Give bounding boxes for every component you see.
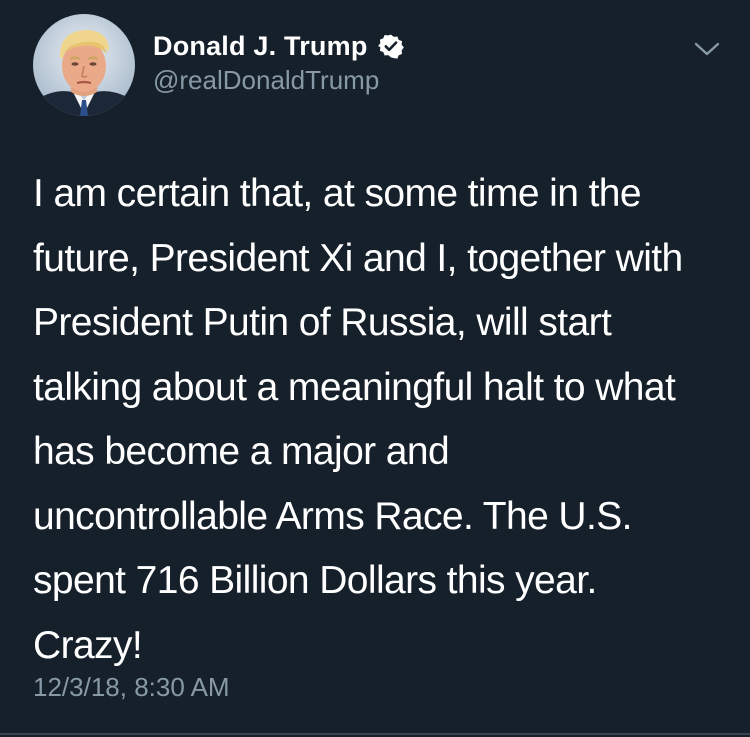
verified-badge-icon [377,33,404,59]
tweet-timestamp[interactable]: 12/3/18, 8:30 AM [33,672,230,703]
tweet-text: I am certain that, at some time in the f… [33,172,683,667]
chevron-down-icon[interactable] [692,36,722,60]
tweet-card: Donald J. Trump @realDonaldTrump I am ce… [0,0,750,737]
author-handle[interactable]: @realDonaldTrump [153,65,379,96]
avatar-photo-icon [33,14,135,116]
author-display-name[interactable]: Donald J. Trump [153,31,368,62]
author-name-row[interactable]: Donald J. Trump [153,28,404,64]
avatar[interactable] [33,14,135,116]
divider [0,733,750,735]
